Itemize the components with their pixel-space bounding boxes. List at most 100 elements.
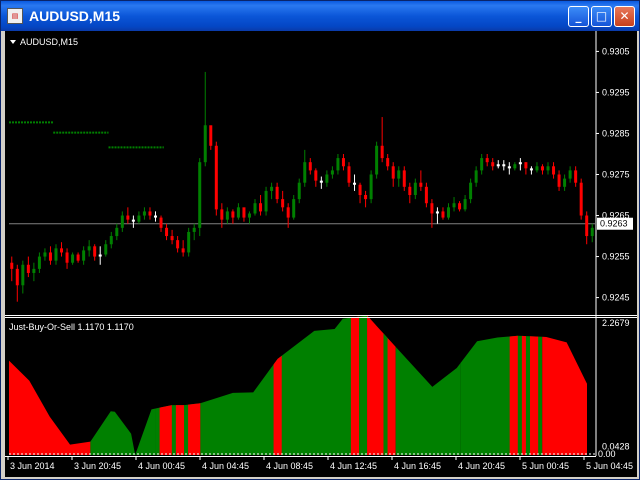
indicator-panel[interactable] — [9, 315, 595, 455]
candle-body — [87, 246, 91, 251]
candle-body — [358, 184, 362, 196]
candle-body — [48, 252, 52, 261]
candle-body — [82, 250, 86, 261]
candle-body — [447, 207, 450, 218]
indicator-area-buy — [200, 364, 274, 455]
candle-body — [325, 174, 329, 183]
candle-body — [54, 248, 58, 261]
candle-body — [435, 211, 439, 214]
candle-body — [535, 166, 539, 171]
indicator-area-sell — [9, 360, 91, 455]
candle-body — [502, 164, 506, 167]
candle-body — [10, 262, 14, 269]
candle-body — [242, 207, 246, 218]
candle-body — [187, 231, 191, 253]
candle-body — [540, 166, 544, 171]
candle-body — [347, 166, 351, 183]
time-axis-label: 5 Jun 00:45 — [522, 461, 569, 471]
candle-body — [375, 145, 379, 175]
time-axis-label: 5 Jun 04:45 — [586, 461, 633, 471]
symbol-label: AUDUSD,M15 — [10, 37, 78, 47]
time-axis-label: 4 Jun 16:45 — [394, 461, 441, 471]
indicator-stripe-sell — [509, 335, 518, 455]
candle-body — [353, 182, 357, 185]
time-axis-label: 4 Jun 00:45 — [138, 461, 185, 471]
candle-body — [579, 182, 583, 216]
candle-body — [93, 246, 97, 257]
candle-body — [341, 158, 345, 167]
candle-body — [126, 215, 130, 220]
candle-body — [330, 170, 334, 175]
candle-body — [203, 125, 207, 163]
indicator-axis-label: 2.2679 — [602, 318, 630, 328]
chart-canvas[interactable]: 0.93050.92950.92850.92750.92650.92550.92… — [5, 31, 637, 477]
chart-area[interactable]: 0.9305 0.9295 0.9285 0.9275 0.9265 0.9255 0.92… — [5, 31, 637, 477]
candle-body — [419, 182, 423, 187]
candle-body — [441, 211, 445, 218]
candle-body — [98, 254, 102, 257]
candle-body — [21, 264, 25, 286]
indicator-stripe-sell — [350, 316, 360, 455]
candle-body — [585, 215, 589, 237]
candle-body — [430, 203, 434, 214]
candle-body — [402, 170, 406, 187]
price-axis-label: 0.9275 — [602, 170, 630, 180]
candle-body — [115, 227, 119, 237]
candle-body — [137, 215, 141, 222]
time-axis-label: 4 Jun 04:45 — [202, 461, 249, 471]
candle-body — [198, 162, 202, 228]
title-bar[interactable]: ▤ AUDUSD,M15 _ □ ✕ — [1, 1, 639, 31]
candle-body — [303, 162, 307, 183]
close-button[interactable]: ✕ — [614, 6, 635, 27]
candle-body — [142, 211, 146, 216]
candle-body — [413, 182, 417, 196]
candle-body — [32, 268, 36, 273]
candle-body — [563, 178, 567, 187]
candle-body — [120, 215, 124, 228]
candle-body — [557, 174, 561, 187]
indicator-stripe-sell — [273, 355, 282, 455]
candle-body — [469, 182, 473, 200]
price-axis-label: 0.9285 — [602, 128, 630, 138]
candle-body — [214, 145, 218, 210]
candle-body — [26, 264, 30, 273]
candle-body — [253, 203, 257, 214]
price-axis-label: 0.9245 — [602, 293, 630, 303]
window-title: AUDUSD,M15 — [29, 8, 121, 24]
indicator-area-buy — [90, 408, 156, 455]
candle-body — [209, 125, 213, 146]
candle-body — [391, 166, 395, 179]
candle-body — [43, 252, 47, 257]
candle-body — [491, 162, 495, 167]
candle-body — [424, 186, 428, 204]
indicator-axis-label: 0.00 — [598, 449, 616, 459]
candle-body — [480, 158, 484, 171]
chart-window-icon[interactable]: ▤ — [7, 8, 23, 24]
candle-body — [281, 199, 285, 208]
candle-body — [71, 254, 75, 263]
candle-body — [292, 199, 296, 218]
indicator-area-buy — [395, 346, 461, 455]
candle-body — [507, 166, 511, 169]
time-axis-label: 4 Jun 20:45 — [458, 461, 505, 471]
candle-body — [590, 227, 594, 237]
candle-body — [552, 166, 556, 175]
candle-body — [104, 244, 108, 255]
candle-body — [109, 236, 113, 245]
price-panel[interactable] — [9, 71, 595, 302]
candle-body — [458, 203, 462, 210]
maximize-button[interactable]: □ — [591, 6, 612, 27]
candle-body — [60, 248, 64, 253]
minimize-button[interactable]: _ — [568, 6, 589, 27]
candle-body — [181, 248, 185, 253]
candle-body — [380, 145, 384, 159]
indicator-stripe-sell — [175, 405, 185, 455]
candle-body — [37, 256, 41, 269]
candle-body — [319, 180, 323, 183]
candle-body — [474, 170, 478, 183]
time-axis-label: 3 Jun 20:45 — [74, 461, 121, 471]
candle-body — [496, 164, 500, 167]
candle-body — [369, 174, 373, 200]
candle-body — [546, 166, 550, 171]
candle-body — [364, 195, 368, 200]
